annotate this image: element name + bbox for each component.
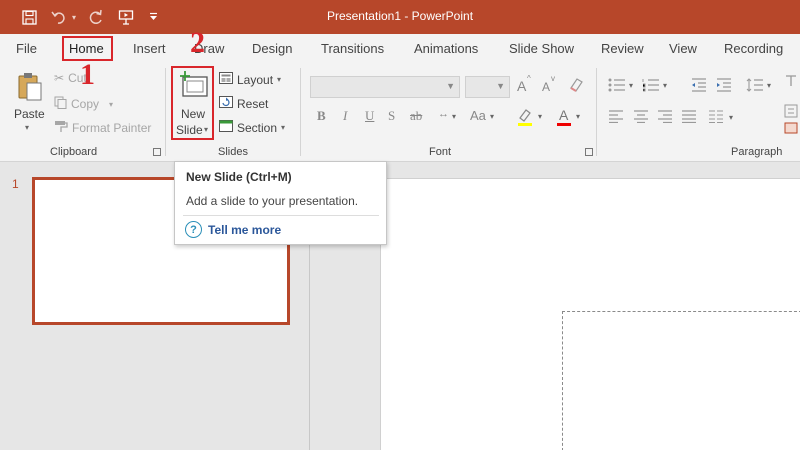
ribbon-separator xyxy=(300,68,301,156)
format-painter-label: Format Painter xyxy=(72,121,152,135)
new-slide-tooltip: New Slide (Ctrl+M) Add a slide to your p… xyxy=(174,161,387,245)
ribbon-separator xyxy=(596,68,597,156)
bullets-dropdown-icon: ▾ xyxy=(629,81,634,90)
slides-group-label: Slides xyxy=(218,146,248,158)
layout-label: Layout xyxy=(237,72,274,87)
ribbon: Paste ▾ ✂ Cut Copy ▾ Format Painter Clip… xyxy=(0,64,800,162)
increase-font-size-arrow: ^ xyxy=(527,74,531,83)
font-name-combobox[interactable]: ▼ xyxy=(310,76,460,98)
paste-icon xyxy=(17,72,43,105)
change-case-dropdown-icon: ▾ xyxy=(490,112,495,121)
tooltip-title: New Slide (Ctrl+M) xyxy=(186,170,292,184)
decrease-indent-icon[interactable] xyxy=(691,78,707,95)
step-2-annotation: 2 xyxy=(190,26,205,59)
font-color-dropdown-icon: ▾ xyxy=(576,112,581,121)
paragraph-group-label: Paragraph xyxy=(731,146,783,158)
change-case-button[interactable]: Aa xyxy=(470,108,486,123)
tooltip-divider xyxy=(183,215,379,216)
tab-design[interactable]: Design xyxy=(252,41,292,56)
font-color-button[interactable]: A xyxy=(556,107,572,126)
increase-font-size-button[interactable]: A xyxy=(517,78,526,94)
window-title: Presentation1 - PowerPoint xyxy=(326,9,474,23)
shadow-button[interactable]: S xyxy=(388,108,395,124)
underline-button[interactable]: U xyxy=(365,108,374,124)
tab-recording[interactable]: Recording xyxy=(724,41,783,56)
font-color-bar xyxy=(557,123,571,126)
tell-me-more-label: Tell me more xyxy=(208,222,282,237)
tab-animations[interactable]: Animations xyxy=(414,41,478,56)
paste-button[interactable]: Paste ▾ xyxy=(10,70,48,140)
reset-icon xyxy=(219,96,233,111)
align-right-icon[interactable] xyxy=(657,110,673,126)
decrease-font-size-arrow: v xyxy=(551,74,555,83)
highlight-dropdown-icon: ▾ xyxy=(538,112,543,121)
section-button[interactable]: Section ▾ xyxy=(219,120,285,135)
tab-insert[interactable]: Insert xyxy=(133,41,166,56)
bullets-icon[interactable] xyxy=(608,78,626,95)
reset-button[interactable]: Reset xyxy=(219,96,268,111)
numbering-dropdown-icon: ▾ xyxy=(663,81,668,90)
character-spacing-icon[interactable]: ↔ xyxy=(438,108,449,120)
tab-file[interactable]: File xyxy=(16,41,37,56)
section-icon xyxy=(219,120,233,135)
title-placeholder[interactable] xyxy=(562,311,800,450)
ribbon-tabs: File Home Insert Draw Design Transitions… xyxy=(0,34,800,64)
align-center-icon[interactable] xyxy=(633,110,649,126)
font-dialog-launcher[interactable] xyxy=(585,148,593,156)
new-slide-highlight xyxy=(171,66,214,140)
line-spacing-dropdown-icon: ▾ xyxy=(767,81,772,90)
copy-icon xyxy=(54,96,67,112)
tab-slide-show[interactable]: Slide Show xyxy=(509,41,574,56)
increase-indent-icon[interactable] xyxy=(716,78,732,95)
chevron-down-icon: ▼ xyxy=(496,81,505,91)
text-direction-icon[interactable] xyxy=(784,74,798,91)
tell-me-more-link[interactable]: ? Tell me more xyxy=(185,221,281,238)
reset-label: Reset xyxy=(237,96,269,111)
layout-dropdown-icon: ▾ xyxy=(277,75,282,84)
columns-icon[interactable] xyxy=(708,110,724,126)
font-group-label: Font xyxy=(429,146,452,158)
section-label: Section xyxy=(237,120,278,135)
strikethrough-button[interactable]: ab xyxy=(410,108,422,124)
character-spacing-dropdown-icon: ▾ xyxy=(452,112,457,121)
paste-label: Paste xyxy=(14,107,45,121)
font-color-letter: A xyxy=(559,107,569,123)
tooltip-description: Add a slide to your presentation. xyxy=(186,194,359,208)
bold-button[interactable]: B xyxy=(317,108,326,124)
clipboard-dialog-launcher[interactable] xyxy=(153,148,161,156)
format-painter-button[interactable]: Format Painter xyxy=(54,120,151,136)
copy-dropdown-icon: ▾ xyxy=(109,99,114,109)
format-painter-icon xyxy=(54,120,68,136)
ribbon-separator xyxy=(165,68,166,156)
tab-review[interactable]: Review xyxy=(601,41,644,56)
tab-view[interactable]: View xyxy=(669,41,697,56)
highlight-color-icon[interactable] xyxy=(516,108,534,129)
layout-button[interactable]: Layout ▾ xyxy=(219,72,281,87)
section-dropdown-icon: ▾ xyxy=(281,123,286,132)
convert-to-smartart-icon[interactable] xyxy=(784,122,798,137)
italic-button[interactable]: I xyxy=(343,108,347,124)
clipboard-group-label: Clipboard xyxy=(50,146,98,158)
align-text-icon[interactable] xyxy=(784,104,798,121)
help-icon: ? xyxy=(185,221,202,238)
clear-formatting-icon[interactable] xyxy=(568,76,584,95)
scissors-icon: ✂ xyxy=(54,71,65,85)
copy-label: Copy xyxy=(71,97,100,111)
title-bar: ▾ Presentation1 - PowerPoint xyxy=(0,0,800,34)
slide-number: 1 xyxy=(12,177,19,191)
decrease-font-size-button[interactable]: A xyxy=(542,80,550,94)
copy-button[interactable]: Copy ▾ xyxy=(54,96,113,112)
tab-transitions[interactable]: Transitions xyxy=(321,41,384,56)
paste-dropdown-icon: ▾ xyxy=(25,123,30,132)
line-spacing-icon[interactable] xyxy=(746,78,764,95)
align-left-icon[interactable] xyxy=(608,110,624,126)
step-1-annotation: 1 xyxy=(80,58,95,91)
chevron-down-icon: ▼ xyxy=(446,81,455,91)
numbering-icon[interactable] xyxy=(642,78,660,95)
layout-icon xyxy=(219,72,233,87)
justify-icon[interactable] xyxy=(681,110,697,126)
font-size-combobox[interactable]: ▼ xyxy=(465,76,510,98)
columns-dropdown-icon: ▾ xyxy=(729,113,734,122)
